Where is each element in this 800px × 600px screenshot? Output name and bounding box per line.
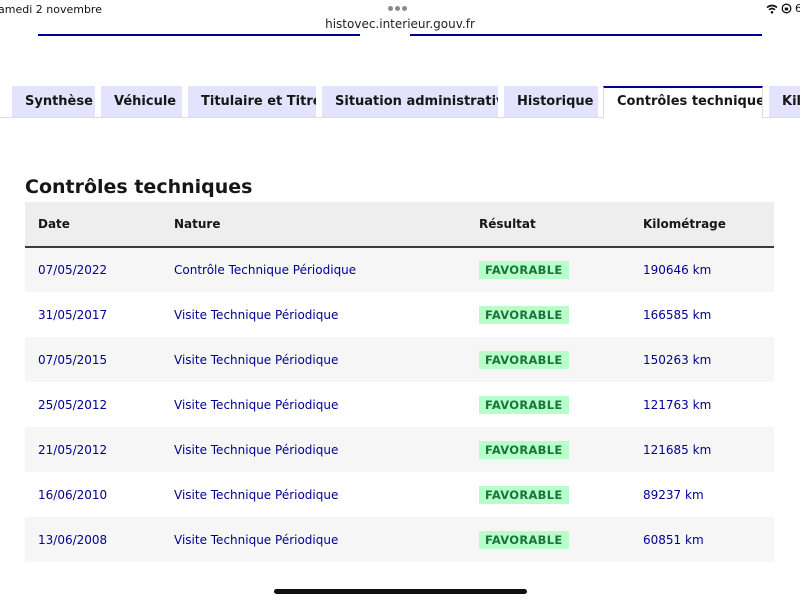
cell-mileage: 166585 km (643, 307, 712, 322)
table-row: 25/05/2012 Visite Technique Périodique F… (25, 382, 774, 427)
table-row: 21/05/2012 Visite Technique Périodique F… (25, 427, 774, 472)
cell-mileage: 89237 km (643, 487, 704, 502)
cell-result: FAVORABLE (466, 292, 630, 337)
cell-nature: Visite Technique Périodique (174, 487, 339, 502)
cell-nature: Visite Technique Périodique (174, 442, 339, 457)
cell-result: FAVORABLE (466, 247, 630, 292)
status-badge: FAVORABLE (479, 395, 569, 414)
tab-vehicule[interactable]: Véhicule (101, 86, 182, 118)
address-bar[interactable]: histovec.interieur.gouv.fr (0, 17, 800, 31)
multitasking-dots-icon[interactable] (388, 1, 412, 11)
tab-bar: Synthèse Véhicule Titulaire et Titre Sit… (12, 86, 800, 118)
column-header-mileage: Kilométrage (643, 217, 726, 231)
orientation-lock-icon (781, 3, 792, 14)
section-title: Contrôles techniques (25, 176, 253, 198)
header-divider (38, 34, 360, 36)
cell-nature: Visite Technique Périodique (174, 352, 339, 367)
tab-controles-techniques[interactable]: Contrôles techniques (603, 86, 763, 118)
status-badge: FAVORABLE (479, 530, 569, 549)
cell-result: FAVORABLE (466, 337, 630, 382)
cell-result: FAVORABLE (466, 382, 630, 427)
cell-date: 07/05/2015 (38, 352, 108, 367)
table-header-row: Date Nature Résultat Kilométrage (25, 202, 774, 247)
cell-nature: Visite Technique Périodique (174, 307, 339, 322)
cell-nature: Contrôle Technique Périodique (174, 263, 357, 277)
cell-date: 13/06/2008 (38, 532, 108, 547)
tab-historique[interactable]: Historique (504, 86, 598, 118)
wifi-icon (766, 4, 778, 14)
table-row: 07/05/2022 Contrôle Technique Périodique… (25, 247, 774, 292)
table-row: 13/06/2008 Visite Technique Périodique F… (25, 517, 774, 562)
status-badge: FAVORABLE (479, 485, 569, 504)
technical-inspections-table: Date Nature Résultat Kilométrage 07/05/2… (25, 202, 774, 562)
status-badge: FAVORABLE (479, 440, 569, 459)
status-datetime: amedi 2 novembre (0, 3, 102, 16)
status-badge: FAVORABLE (479, 350, 569, 369)
cell-result: FAVORABLE (466, 427, 630, 472)
column-header-date: Date (38, 217, 70, 231)
tab-titulaire-et-titre[interactable]: Titulaire et Titre (188, 86, 316, 118)
tab-synthese[interactable]: Synthèse (12, 86, 95, 118)
cell-date: 25/05/2012 (38, 397, 108, 412)
tab-kilometrage[interactable]: Kilo (769, 86, 800, 118)
cell-nature: Visite Technique Périodique (174, 532, 339, 547)
cell-mileage: 190646 km (643, 263, 712, 277)
status-indicators: 6 (766, 2, 800, 15)
column-header-result: Résultat (479, 217, 536, 231)
cell-date: 07/05/2022 (38, 263, 108, 277)
status-badge: FAVORABLE (479, 261, 569, 279)
cell-mileage: 121685 km (643, 442, 712, 457)
cell-mileage: 60851 km (643, 532, 704, 547)
cell-date: 21/05/2012 (38, 442, 108, 457)
cell-result: FAVORABLE (466, 517, 630, 562)
cell-mileage: 121763 km (643, 397, 712, 412)
cell-mileage: 150263 km (643, 352, 712, 367)
cell-date: 16/06/2010 (38, 487, 108, 502)
header-divider (410, 34, 762, 36)
home-indicator[interactable] (274, 589, 527, 594)
cell-date: 31/05/2017 (38, 307, 108, 322)
table-row: 31/05/2017 Visite Technique Périodique F… (25, 292, 774, 337)
table-row: 07/05/2015 Visite Technique Périodique F… (25, 337, 774, 382)
battery-percentage: 6 (795, 2, 800, 15)
status-badge: FAVORABLE (479, 305, 569, 324)
cell-nature: Visite Technique Périodique (174, 397, 339, 412)
table-row: 16/06/2010 Visite Technique Périodique F… (25, 472, 774, 517)
tab-situation-administrative[interactable]: Situation administrative (322, 86, 498, 118)
column-header-nature: Nature (174, 217, 221, 231)
cell-result: FAVORABLE (466, 472, 630, 517)
